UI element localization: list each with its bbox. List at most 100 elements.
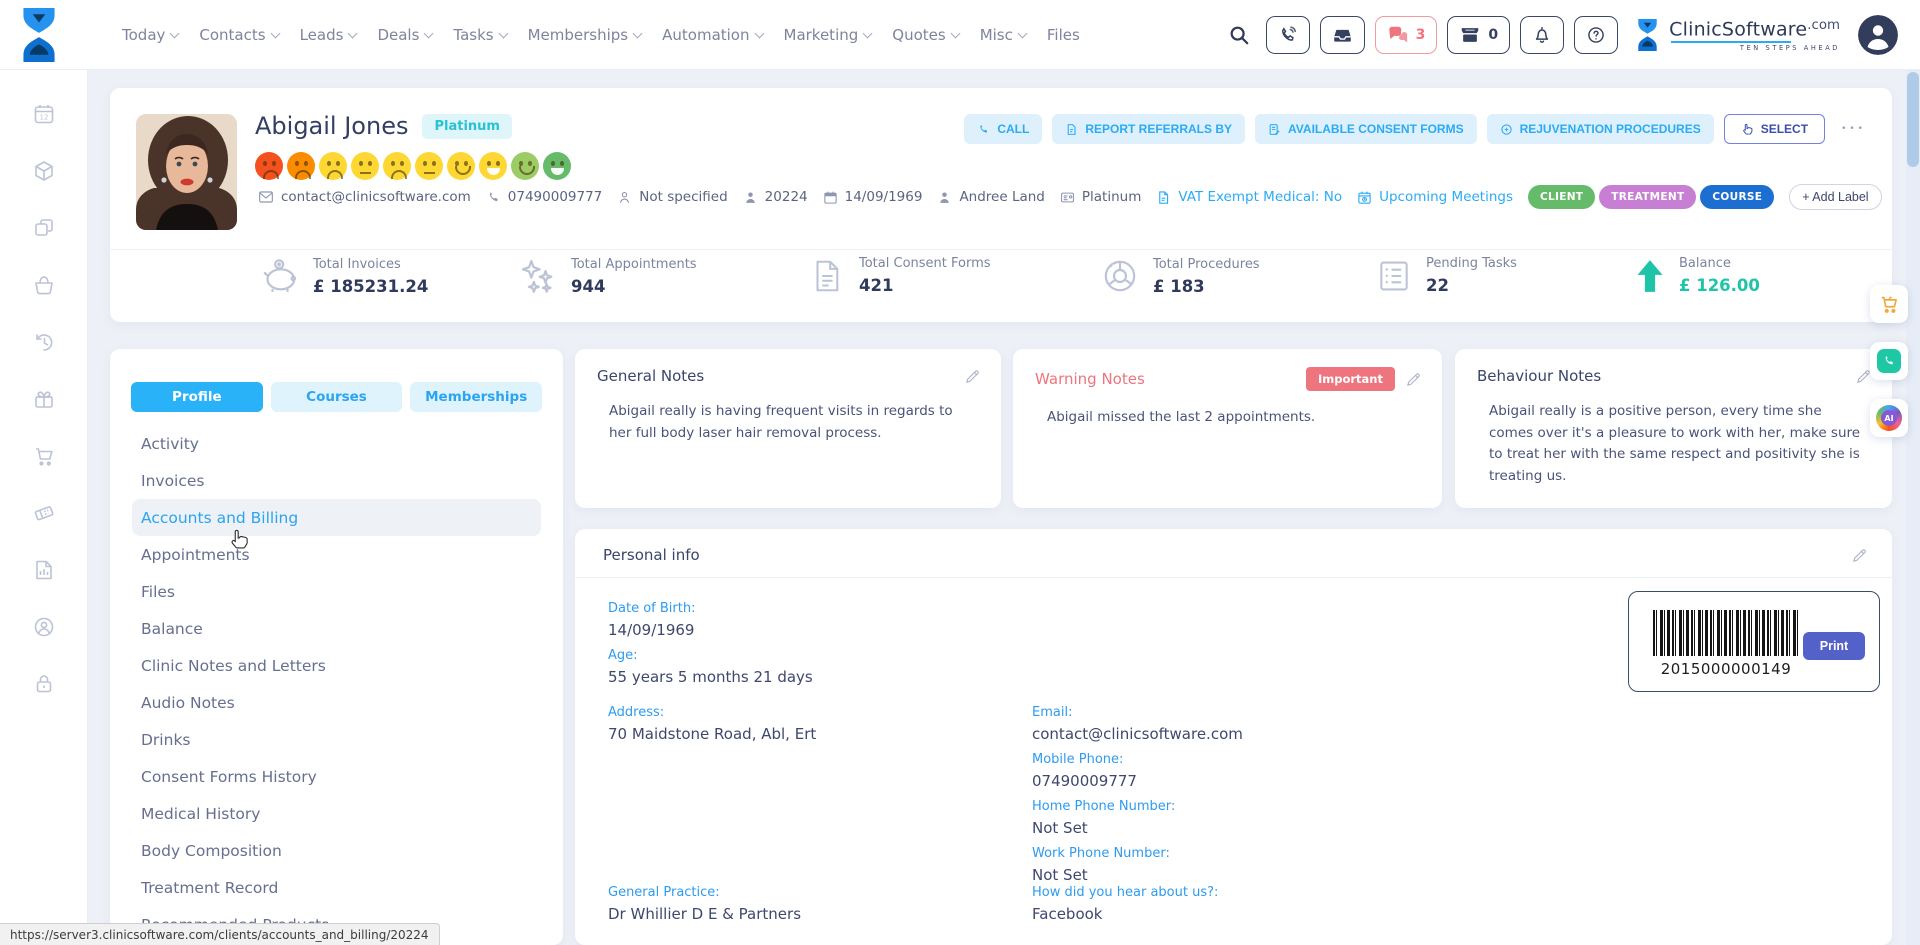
dob-age-fields: Date of Birth:14/09/1969Age:55 years 5 m… <box>608 601 813 695</box>
label-pill[interactable]: CLIENT <box>1528 185 1595 209</box>
satisfaction-emoji[interactable] <box>383 152 411 180</box>
nav-item[interactable]: Deals <box>377 26 432 44</box>
cart-icon[interactable] <box>32 444 56 468</box>
scrollbar-track[interactable] <box>1906 70 1920 945</box>
basket-icon[interactable] <box>32 273 56 297</box>
floating-ai-button[interactable]: AI <box>1870 399 1908 437</box>
rejuvenation-procedures-button[interactable]: REJUVENATION PROCEDURES <box>1487 114 1714 144</box>
client-menu-item[interactable]: Invoices <box>132 462 541 499</box>
vat-exempt-link[interactable]: VAT Exempt Medical: No <box>1156 189 1342 205</box>
satisfaction-emoji[interactable] <box>351 152 379 180</box>
satisfaction-emoji[interactable] <box>287 152 315 180</box>
nav-item[interactable]: Files <box>1047 26 1080 44</box>
lock-icon[interactable] <box>32 672 56 696</box>
search-icon[interactable] <box>1228 24 1250 46</box>
client-menu-item[interactable]: Balance <box>132 610 541 647</box>
nav-item[interactable]: Quotes <box>892 26 958 44</box>
available-consent-forms-button[interactable]: AVAILABLE CONSENT FORMS <box>1255 114 1477 144</box>
chevron-down-icon <box>270 28 280 38</box>
tab[interactable]: Memberships <box>410 382 542 412</box>
nav-item[interactable]: Memberships <box>528 26 642 44</box>
print-barcode-button[interactable]: Print <box>1803 632 1865 660</box>
satisfaction-emoji[interactable] <box>543 152 571 180</box>
warning-notes-title: Warning Notes <box>1035 370 1145 388</box>
call-button[interactable]: CALL <box>964 114 1042 144</box>
client-photo[interactable] <box>136 114 237 230</box>
report-referrals-button[interactable]: REPORT REFERRALS BY <box>1052 114 1245 144</box>
client-menu-item[interactable]: Consent Forms History <box>132 758 541 795</box>
app-logo-icon[interactable] <box>16 7 62 63</box>
clinicsoftware-brand-logo[interactable]: ClinicSoftware.com TEN STEPS AHEAD <box>1634 18 1840 52</box>
client-menu-item[interactable]: Files <box>132 573 541 610</box>
client-menu-item[interactable]: Accounts and Billing <box>132 499 541 536</box>
client-barcode-card: 2015000000149 Print <box>1628 591 1880 692</box>
client-menu-item[interactable]: Audio Notes <box>132 684 541 721</box>
edit-icon[interactable] <box>1405 371 1422 388</box>
calendar-icon[interactable]: 12 <box>32 102 56 126</box>
stat-total-procedures: Total Procedures£ 183 <box>1100 256 1260 296</box>
voucher-icon[interactable] <box>32 501 56 525</box>
scrollbar-thumb[interactable] <box>1907 72 1919 167</box>
satisfaction-emoji[interactable] <box>255 152 283 180</box>
behaviour-notes-text: Abigail really is a positive person, eve… <box>1455 385 1892 487</box>
client-menu-item[interactable]: Drinks <box>132 721 541 758</box>
nav-item-label: Marketing <box>784 26 859 44</box>
client-menu-item[interactable]: Medical History <box>132 795 541 832</box>
client-menu-item[interactable]: Treatment Record <box>132 869 541 906</box>
chat-messages-button[interactable]: 3 <box>1375 16 1438 54</box>
nav-item[interactable]: Misc <box>980 26 1026 44</box>
more-actions-button[interactable]: ••• <box>1841 124 1866 134</box>
select-button[interactable]: SELECT <box>1724 114 1825 144</box>
account-icon[interactable] <box>32 615 56 639</box>
client-email[interactable]: contact@clinicsoftware.com <box>258 189 471 205</box>
nav-item[interactable]: Automation <box>662 26 762 44</box>
tab[interactable]: Profile <box>131 382 263 412</box>
client-menu-item[interactable]: Clinic Notes and Letters <box>132 647 541 684</box>
nav-item[interactable]: Marketing <box>784 26 872 44</box>
satisfaction-emoji[interactable] <box>319 152 347 180</box>
nav-item[interactable]: Today <box>122 26 178 44</box>
upcoming-meetings-link[interactable]: Upcoming Meetings <box>1357 189 1513 205</box>
gift-icon[interactable] <box>32 387 56 411</box>
nav-item[interactable]: Tasks <box>453 26 506 44</box>
client-menu-item[interactable]: Appointments <box>132 536 541 573</box>
behaviour-notes-card: Behaviour Notes Abigail really is a posi… <box>1455 349 1892 508</box>
client-phone[interactable]: 07490009777 <box>486 189 602 205</box>
phone-calls-button[interactable] <box>1266 16 1310 54</box>
label-pill[interactable]: TREATMENT <box>1599 185 1696 209</box>
reports-icon[interactable] <box>32 558 56 582</box>
consent-form-icon <box>1268 123 1281 136</box>
notifications-button[interactable] <box>1520 16 1564 54</box>
tab[interactable]: Courses <box>271 382 403 412</box>
client-menu-item[interactable]: Body Composition <box>132 832 541 869</box>
edit-icon[interactable] <box>1851 547 1868 564</box>
cart-icon <box>1878 293 1900 315</box>
shop-button[interactable]: 0 <box>1447 16 1510 54</box>
products-cube-icon[interactable] <box>32 159 56 183</box>
user-avatar[interactable] <box>1858 15 1898 55</box>
nav-item[interactable]: Leads <box>300 26 357 44</box>
ai-assistant-icon: AI <box>1876 405 1902 431</box>
nav-item-label: Today <box>122 26 165 44</box>
label-pill[interactable]: COURSE <box>1700 185 1774 209</box>
floating-call-button[interactable] <box>1870 342 1908 380</box>
history-icon[interactable] <box>32 330 56 354</box>
sparkles-icon <box>518 256 558 296</box>
satisfaction-emoji[interactable] <box>447 152 475 180</box>
nav-item-label: Contacts <box>199 26 265 44</box>
edit-icon[interactable] <box>964 368 981 385</box>
nav-item[interactable]: Contacts <box>199 26 278 44</box>
add-label-button[interactable]: + Add Label <box>1789 184 1881 210</box>
help-button[interactable] <box>1574 16 1618 54</box>
client-menu-item[interactable]: Activity <box>132 425 541 462</box>
satisfaction-emoji[interactable] <box>511 152 539 180</box>
satisfaction-emoji[interactable] <box>415 152 443 180</box>
satisfaction-emoji[interactable] <box>479 152 507 180</box>
meeting-calendar-icon <box>1357 190 1372 205</box>
duplicate-icon[interactable] <box>32 216 56 240</box>
chevron-down-icon <box>170 28 180 38</box>
floating-cart-button[interactable] <box>1870 285 1908 323</box>
inbox-button[interactable] <box>1320 16 1365 54</box>
task-list-icon <box>1375 257 1413 295</box>
stat-total-consent-forms: Total Consent Forms421 <box>808 256 991 295</box>
